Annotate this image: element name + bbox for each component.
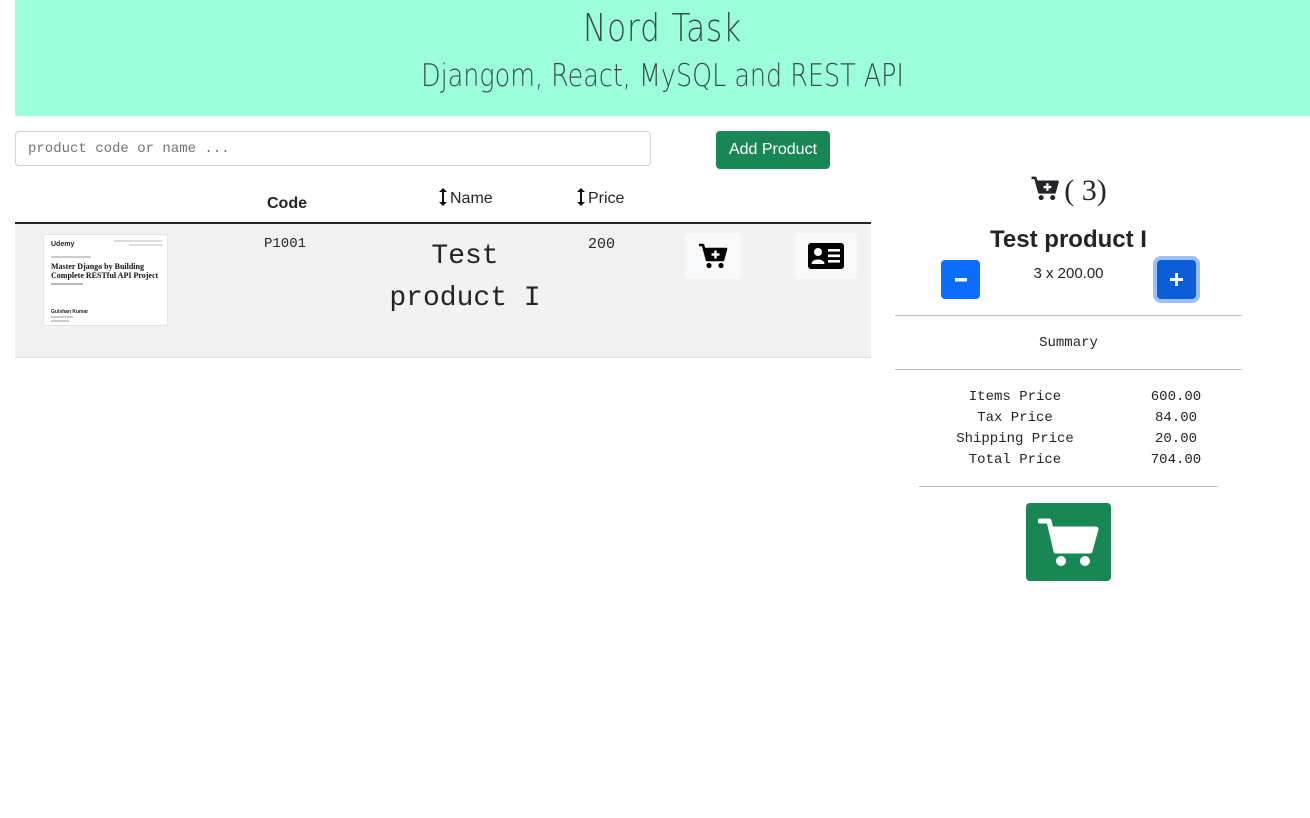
table-row: Udemy Master Django by Building Complete…: [15, 224, 871, 358]
thumbnail-course-title: Master Django by Building Complete RESTf…: [51, 262, 159, 280]
divider: [919, 486, 1218, 487]
sort-icon: [577, 188, 585, 206]
thumbnail-author: Gulshan Kumar: [51, 309, 89, 315]
increase-quantity-button[interactable]: [1157, 260, 1196, 299]
app-subtitle: Djangom, React, MySQL and REST API: [421, 58, 904, 94]
cart-item-name: Test product I: [990, 226, 1147, 253]
summary-total-value: 704.00: [1150, 452, 1202, 468]
thumbnail-brand: Udemy: [51, 241, 75, 248]
summary-tax-label: Tax Price: [977, 410, 1053, 426]
summary-items-label: Items Price: [968, 389, 1062, 405]
add-product-button[interactable]: Add Product: [716, 131, 830, 169]
summary-items-value: 600.00: [1150, 389, 1202, 405]
column-header-price[interactable]: Price: [576, 188, 624, 208]
divider: [895, 315, 1242, 316]
summary-shipping-value: 20.00: [1154, 431, 1197, 447]
shopping-cart-icon: [1037, 518, 1098, 566]
column-header-code: Code: [267, 195, 307, 212]
summary-tax-value: 84.00: [1154, 410, 1197, 426]
divider: [895, 369, 1242, 370]
product-code: P1001: [264, 236, 307, 252]
cart-header: ( 3): [895, 174, 1242, 208]
column-header-name[interactable]: Name: [438, 188, 493, 208]
sort-icon: [439, 188, 447, 206]
page-header: Nord Task Djangom, React, MySQL and REST…: [15, 0, 1310, 116]
plus-icon: [1170, 273, 1183, 286]
table-header: Code Name Price: [15, 178, 871, 224]
product-details-button[interactable]: [795, 233, 857, 279]
add-to-cart-button[interactable]: [685, 233, 741, 279]
app-title: Nord Task: [583, 6, 742, 50]
product-price: 200: [588, 236, 616, 253]
checkout-button[interactable]: [1026, 503, 1111, 581]
product-name: Test product I: [389, 241, 541, 314]
cart-plus-icon: [699, 243, 728, 269]
product-table: Code Name Price Udemy Master Django by B…: [15, 178, 871, 358]
column-header-price-label: Price: [588, 190, 625, 207]
summary-heading: Summary: [1039, 335, 1098, 351]
id-card-icon: [808, 243, 844, 269]
summary-shipping-label: Shipping Price: [956, 431, 1074, 447]
cart-plus-icon: [1031, 176, 1060, 201]
summary-total-label: Total Price: [968, 452, 1062, 468]
search-input[interactable]: [15, 131, 651, 166]
product-thumbnail: Udemy Master Django by Building Complete…: [43, 234, 168, 326]
cart-count: ( 3): [1064, 174, 1107, 207]
column-header-name-label: Name: [450, 190, 493, 207]
